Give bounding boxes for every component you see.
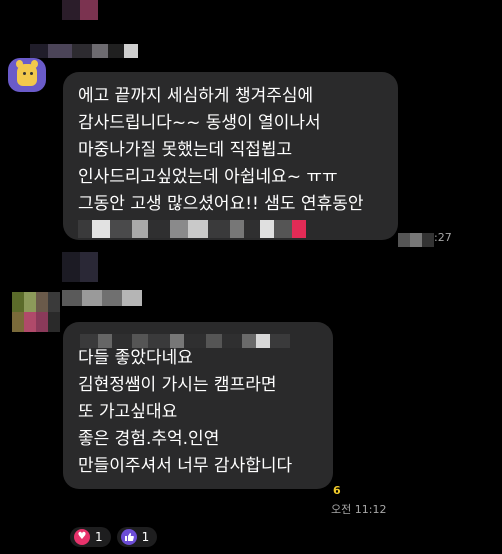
message-line: 또 가고싶대요 bbox=[78, 402, 178, 422]
avatar-face bbox=[17, 64, 37, 86]
blurred-message-line bbox=[80, 334, 290, 348]
sender-avatar[interactable] bbox=[8, 58, 46, 92]
sender-avatar-blurred[interactable] bbox=[12, 292, 60, 332]
message-time: :27 bbox=[434, 231, 452, 244]
message-line: 그동안 고생 많으셨어요!! 샘도 연휴동안 bbox=[78, 194, 364, 214]
message-line: 다들 좋았다네요 bbox=[78, 348, 193, 368]
heart-icon: ♥ bbox=[74, 529, 90, 545]
blurred-sender-name bbox=[62, 290, 142, 306]
message-bubble[interactable]: 에고 끝까지 세심하게 챙겨주심에 감사드립니다~~ 동생이 열이나서 마중나가… bbox=[63, 72, 398, 240]
reaction-bar: ♥ 1 1 bbox=[70, 527, 158, 547]
message-line: 만들이주셔서 너무 감사합니다 bbox=[78, 456, 293, 476]
message-time: 오전 11:12 bbox=[331, 503, 387, 516]
blurred-content bbox=[62, 0, 98, 20]
reaction-count: 1 bbox=[95, 530, 103, 544]
chat-room: 에고 끝까지 세심하게 챙겨주심에 감사드립니다~~ 동생이 열이나서 마중나가… bbox=[0, 0, 502, 554]
message-line: 김현정쌤이 가시는 캠프라면 bbox=[78, 375, 277, 395]
message-line: 마중나가질 못했는데 직접뵙고 bbox=[78, 140, 293, 160]
message-line: 인사드리고싶었는데 아쉽네요~ ㅠㅠ bbox=[78, 167, 338, 187]
avatar-eye bbox=[30, 72, 33, 75]
blurred-message-line bbox=[78, 220, 328, 238]
unread-count: 6 bbox=[333, 484, 341, 497]
message-text: 다들 좋았다네요 김현정쌤이 가시는 캠프라면 또 가고싶대요 좋은 경험.추억… bbox=[78, 345, 292, 480]
reaction-count: 1 bbox=[141, 530, 150, 544]
thumbs-up-icon bbox=[120, 529, 137, 545]
blurred-sender-name bbox=[30, 44, 148, 58]
message-line: 에고 끝까지 세심하게 챙겨주심에 bbox=[78, 86, 314, 106]
avatar-eye bbox=[23, 72, 26, 75]
blurred-content bbox=[62, 252, 98, 282]
message-line: 감사드립니다~~ 동생이 열이나서 bbox=[78, 113, 321, 133]
message-line: 좋은 경험.추억.인연 bbox=[78, 429, 220, 449]
blurred-timestamp bbox=[398, 233, 434, 247]
reaction-heart[interactable]: ♥ 1 bbox=[70, 527, 111, 547]
message-text: 에고 끝까지 세심하게 챙겨주심에 감사드립니다~~ 동생이 열이나서 마중나가… bbox=[78, 83, 364, 218]
reaction-thumbs-up[interactable]: 1 bbox=[116, 527, 158, 547]
